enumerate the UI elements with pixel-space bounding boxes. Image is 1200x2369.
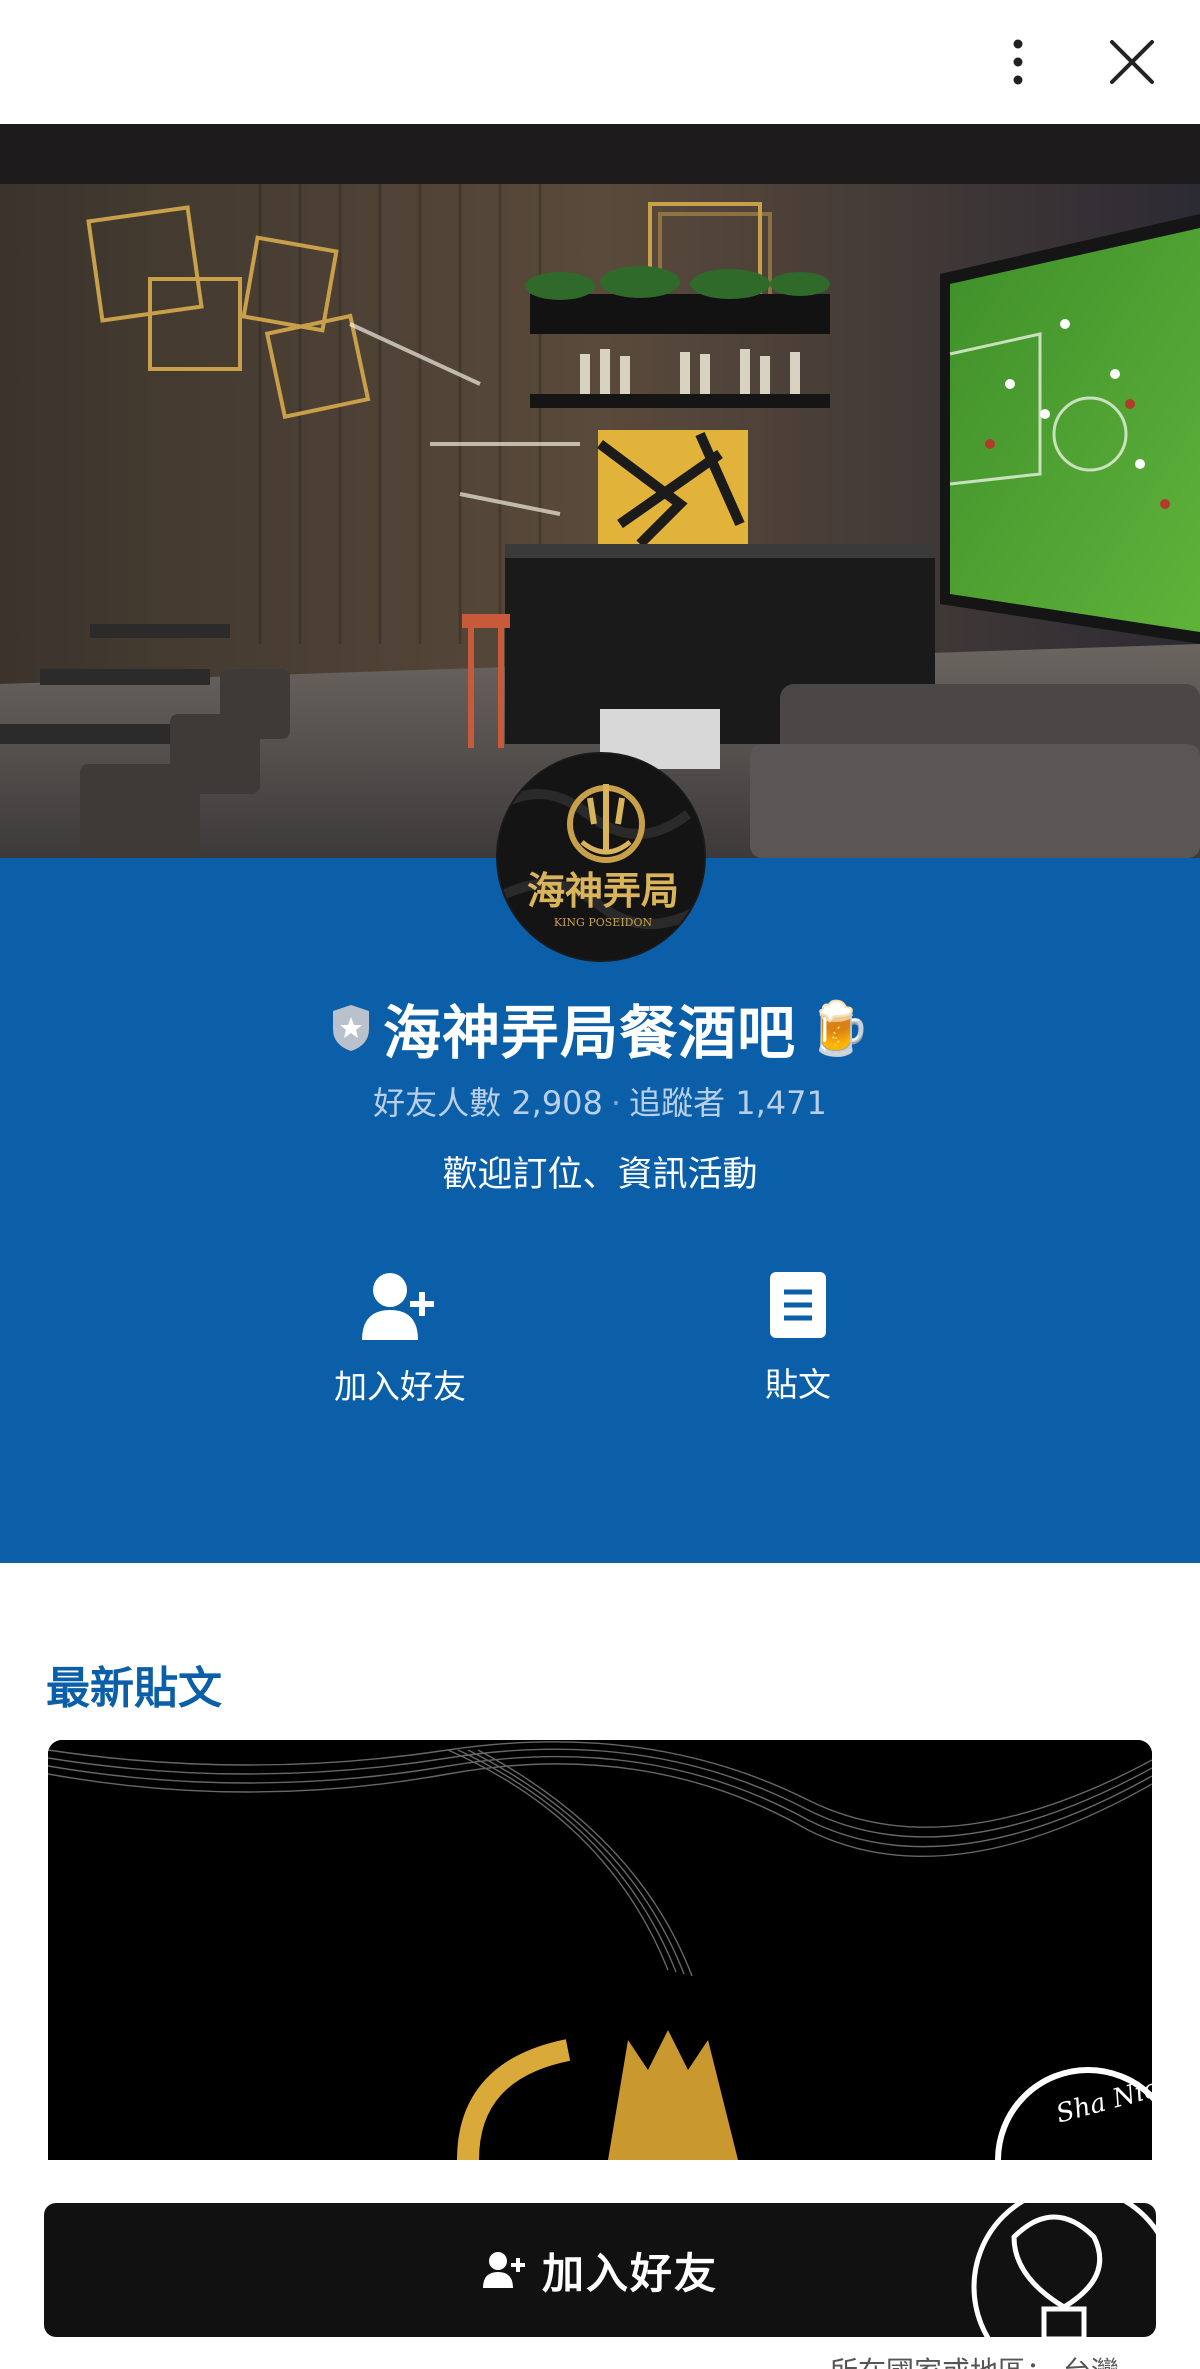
profile-header [0,858,1200,1563]
follower-stats: 好友人數 2,908 · 追蹤者 1,471 [373,1084,827,1122]
account-name-row: 海神弄局餐酒吧 🍺 [0,986,1200,1070]
avatar-brand-text: 海神弄局 [527,868,679,913]
avatar-brand-subtext: KING POSEIDON [554,916,653,929]
add-friend-icon [362,1273,434,1340]
latest-posts-title: 最新貼文 [46,1663,222,1714]
cover-image[interactable] [0,124,1200,858]
status-message: 歡迎訂位、資訊活動 [442,1155,758,1195]
add-friend-button[interactable]: 加入好友 [44,2203,1156,2337]
add-friend-action-label: 加入好友 [334,1367,466,1406]
beer-emoji: 🍺 [806,998,871,1059]
account-name: 海神弄局餐酒吧 [383,999,797,1067]
close-button[interactable] [1100,30,1164,94]
add-friend-button-label: 加入好友 [541,2248,718,2298]
friends-count[interactable]: 好友人數 2,908 [373,1084,603,1122]
verified-shield-icon [333,1005,370,1051]
add-friend-action[interactable]: 加入好友 [300,1270,500,1408]
more-vertical-icon [1013,39,1023,85]
more-options-button[interactable] [986,30,1050,94]
posts-action-label: 貼文 [765,1365,831,1404]
post-image: Sha Nice [48,1740,1152,2160]
king-poseidon-logo: 海神弄局 KING POSEIDON [498,754,704,960]
balloon-logo-overlay [971,2203,1156,2337]
post-document-icon [770,1272,826,1338]
posts-action[interactable]: 貼文 [698,1270,898,1406]
region-note: 所在國家或地區： 台灣 [830,2350,1119,2369]
add-friend-icon [482,2252,525,2288]
close-icon [1110,40,1154,84]
followers-count[interactable]: 追蹤者 1,471 [629,1084,827,1122]
bar-interior-illustration [0,124,1200,858]
latest-post-card[interactable]: Sha Nice [48,1740,1152,2160]
top-bar [0,0,1200,124]
avatar[interactable]: 海神弄局 KING POSEIDON [496,752,706,962]
